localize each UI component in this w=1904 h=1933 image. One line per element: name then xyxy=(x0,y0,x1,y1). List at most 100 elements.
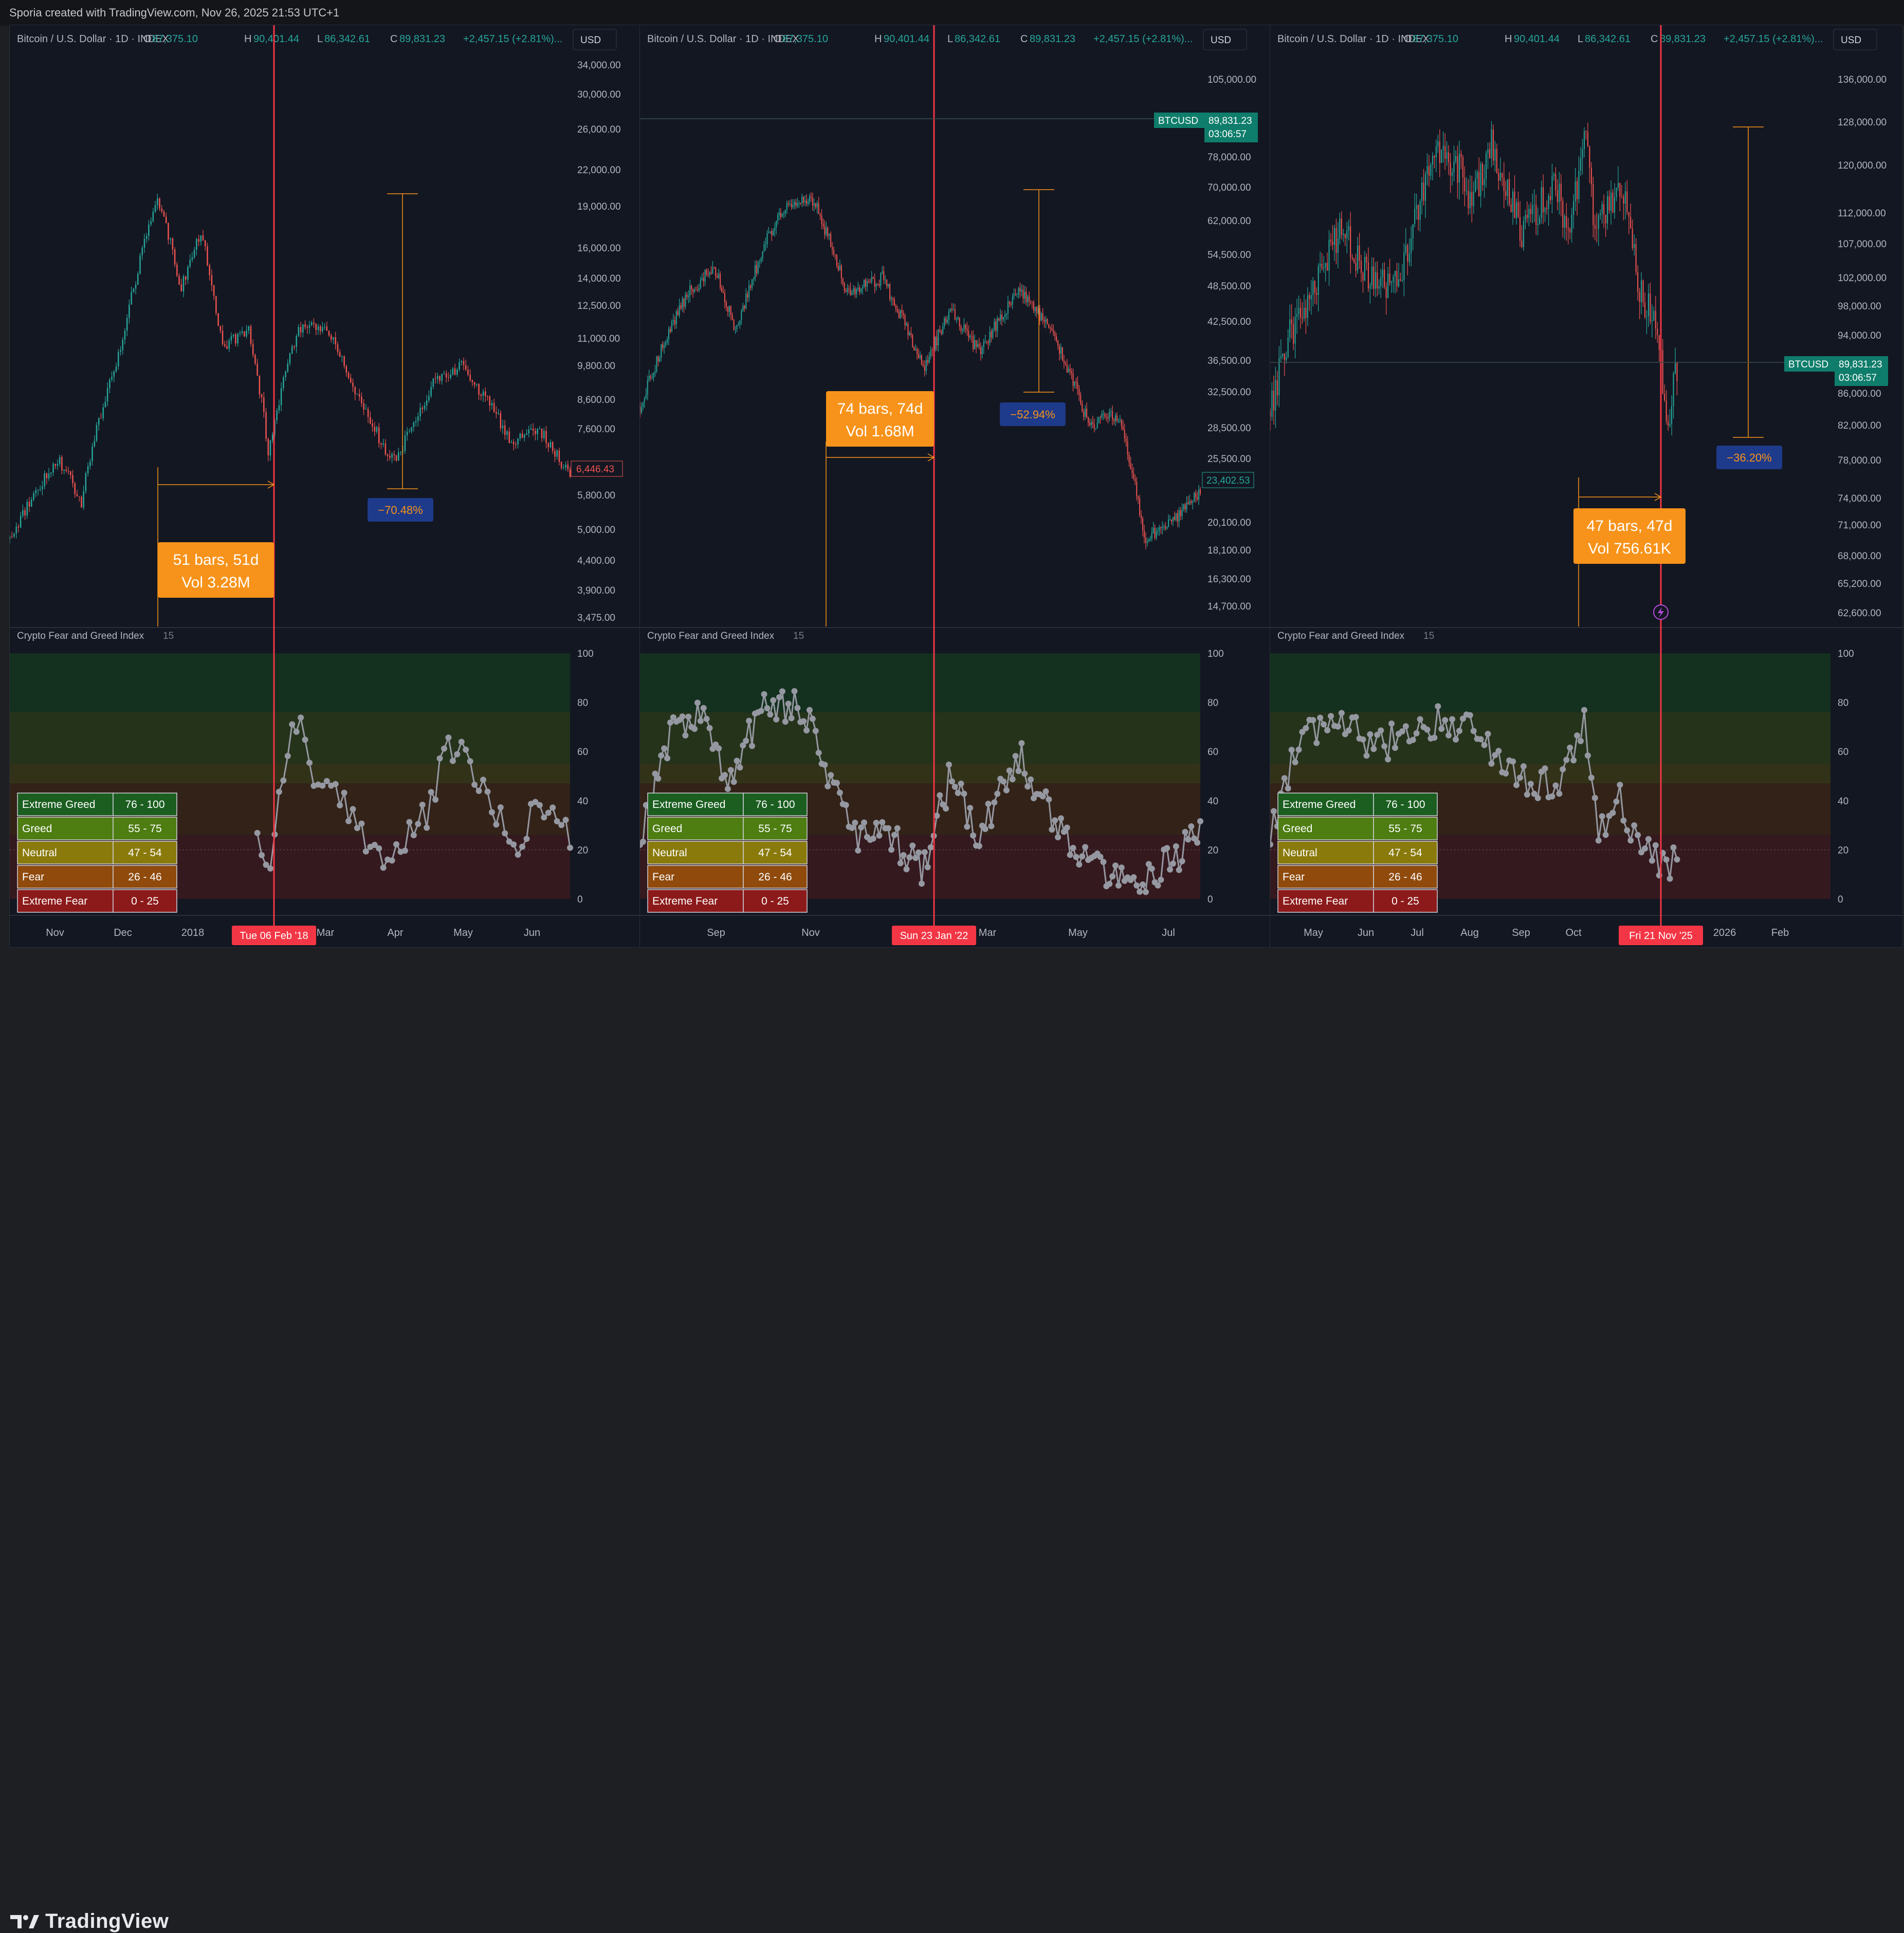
candle-body xyxy=(337,344,339,352)
candle-body xyxy=(1051,328,1053,330)
candle-body xyxy=(720,273,721,288)
candle-body xyxy=(957,317,959,319)
candle-body xyxy=(473,382,475,385)
candle-body xyxy=(794,202,795,206)
candle-body xyxy=(354,386,356,395)
symbol-badge-label: BTCUSD xyxy=(1158,116,1198,126)
price-tick-label: 54,500.00 xyxy=(1207,250,1251,261)
indicator-title[interactable]: Crypto Fear and Greed Index xyxy=(17,631,144,641)
last-price-label: 6,446.43 xyxy=(576,464,614,475)
candle-body xyxy=(1174,517,1175,520)
ohlc-chg: +2,457.15 (+2.81%)... xyxy=(463,33,562,45)
candle-body xyxy=(391,454,393,458)
candle-body xyxy=(356,394,358,395)
candle-body xyxy=(1145,538,1146,543)
candle-body xyxy=(1314,281,1315,293)
candle-body xyxy=(1130,463,1131,470)
candle-body xyxy=(1448,152,1450,162)
candle-body xyxy=(752,279,753,288)
candle-body xyxy=(983,341,984,347)
candle-body xyxy=(868,281,869,282)
candle-body xyxy=(1385,287,1387,298)
candle-body xyxy=(1382,269,1383,278)
chart-panel-3-svg[interactable]: Bitcoin / U.S. Dollar · 1D · INDEXO 87,37… xyxy=(1270,25,1903,948)
tradingview-logo[interactable]: TradingView xyxy=(10,1910,169,1933)
candle-body xyxy=(1159,527,1160,530)
price-tick-label: 7,600.00 xyxy=(577,424,615,435)
candle-body xyxy=(835,254,836,255)
candle-body xyxy=(1575,181,1576,201)
candle-body xyxy=(736,325,738,329)
currency-label[interactable]: USD xyxy=(580,35,601,46)
candle-body xyxy=(1042,313,1043,320)
chart-panel-3[interactable]: Bitcoin / U.S. Dollar · 1D · INDEX O 87,37… xyxy=(1270,25,1903,948)
candle-body xyxy=(1658,335,1660,350)
candle-body xyxy=(550,442,552,448)
candle-body xyxy=(1583,131,1585,149)
chart-panel-1-svg[interactable]: Bitcoin / U.S. Dollar · 1D · INDEXO 87,37… xyxy=(10,25,643,948)
currency-label[interactable]: USD xyxy=(1211,35,1231,46)
candle-body xyxy=(304,324,306,327)
candle-body xyxy=(1287,337,1289,357)
candle-body xyxy=(415,421,417,422)
chart-panel-2[interactable]: Bitcoin / U.S. Dollar · 1D · INDEX O 87,37… xyxy=(639,25,1273,948)
candle-body xyxy=(741,310,742,321)
candle-body xyxy=(500,413,502,429)
candle-body xyxy=(748,285,750,298)
candle-body xyxy=(1144,530,1145,538)
candle-body xyxy=(524,435,525,438)
tradingview-logo-text: TradingView xyxy=(45,1910,169,1932)
candle-body xyxy=(1039,308,1040,321)
candle-body xyxy=(1317,266,1319,295)
candle-body xyxy=(1280,356,1281,358)
price-tick-label: 32,500.00 xyxy=(1207,387,1251,398)
time-tick-label: 2026 xyxy=(1713,927,1736,938)
candle-body xyxy=(1350,226,1351,257)
candle-body xyxy=(826,228,827,235)
candle-body xyxy=(324,326,325,327)
candle-body xyxy=(1328,240,1330,271)
candle-body xyxy=(833,249,835,255)
candle-body xyxy=(1096,422,1098,429)
candle-body xyxy=(113,371,115,377)
candle-body xyxy=(659,357,661,362)
candle-body xyxy=(779,212,780,215)
candle-body xyxy=(808,201,809,204)
lightning-icon[interactable] xyxy=(1653,604,1669,620)
candle-body xyxy=(1469,192,1471,209)
chart-panel-1[interactable]: Bitcoin / U.S. Dollar · 1D · INDEX O 87,37… xyxy=(9,25,643,948)
candle-body xyxy=(656,356,657,372)
indicator-title[interactable]: Crypto Fear and Greed Index xyxy=(647,631,775,641)
candle-body xyxy=(44,473,45,487)
indicator-tick-label: 80 xyxy=(1838,698,1848,709)
candle-body xyxy=(308,325,310,328)
candle-body xyxy=(1462,157,1463,178)
ohlc-c-label: C xyxy=(1020,33,1028,45)
currency-label[interactable]: USD xyxy=(1841,35,1861,46)
ohlc-chg: +2,457.15 (+2.81%)... xyxy=(1093,33,1193,45)
candle-body xyxy=(774,227,776,231)
candle-body xyxy=(948,311,949,320)
candle-body xyxy=(1516,202,1517,218)
candle-body xyxy=(888,284,889,287)
candle-body xyxy=(217,313,219,326)
chart-panel-2-svg[interactable]: Bitcoin / U.S. Dollar · 1D · INDEXO 87,37… xyxy=(640,25,1273,948)
candle-body xyxy=(535,430,536,434)
candle-body xyxy=(1393,276,1394,282)
candle-body xyxy=(745,293,747,309)
candle-body xyxy=(1026,291,1027,302)
candle-body xyxy=(725,302,727,307)
candle-body xyxy=(1289,319,1291,338)
candle-body xyxy=(893,299,895,306)
candle-body xyxy=(467,370,469,375)
indicator-tick-label: 100 xyxy=(577,649,594,659)
candle-body xyxy=(642,401,644,407)
indicator-title[interactable]: Crypto Fear and Greed Index xyxy=(1277,631,1405,641)
price-tick-label: 71,000.00 xyxy=(1838,520,1881,531)
time-tick-label: Nov xyxy=(801,927,820,938)
legend-range: 26 - 46 xyxy=(758,871,792,883)
candle-body xyxy=(801,196,803,204)
candle-body xyxy=(1298,307,1299,315)
candle-body xyxy=(129,304,130,318)
candle-body xyxy=(1007,302,1009,314)
